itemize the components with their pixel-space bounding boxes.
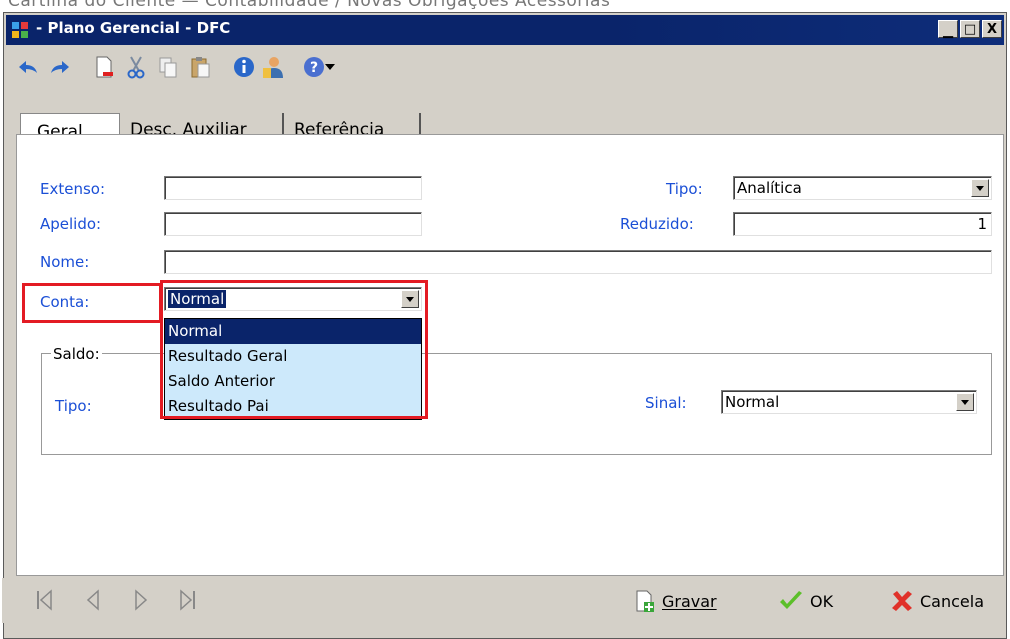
reduzido-input[interactable]: 1 <box>733 212 992 236</box>
chevron-down-icon[interactable] <box>956 393 974 411</box>
ok-button[interactable]: OK <box>778 588 833 614</box>
help-dropdown-button[interactable] <box>322 53 338 81</box>
last-record-icon <box>180 589 195 611</box>
info-button[interactable] <box>230 53 258 81</box>
saldo-tipo-label: Tipo: <box>55 397 92 415</box>
highlight-conta-label <box>22 283 162 323</box>
tipo-value: Analítica <box>737 179 802 197</box>
minimize-button[interactable]: ▁ <box>938 20 958 39</box>
ok-label: OK <box>810 591 834 611</box>
redo-button[interactable] <box>46 53 74 81</box>
close-icon: X <box>986 21 998 37</box>
app-icon <box>12 22 28 38</box>
reduzido-label: Reduzido: <box>620 215 694 233</box>
previous-record-button[interactable] <box>82 588 104 612</box>
cancela-button[interactable]: Cancela <box>890 588 984 614</box>
first-record-button[interactable] <box>34 588 56 612</box>
svg-text:?: ? <box>310 60 318 76</box>
save-icon <box>636 590 654 612</box>
paste-icon <box>191 57 210 78</box>
undo-button[interactable] <box>14 53 42 81</box>
cancela-label: Cancela <box>920 591 985 611</box>
last-record-button[interactable] <box>176 588 198 612</box>
new-document-icon <box>96 56 113 78</box>
next-record-icon <box>135 589 148 611</box>
window-title: - Plano Gerencial - DFC <box>36 19 231 37</box>
dropdown-arrow-icon <box>325 64 335 70</box>
extenso-label: Extenso: <box>40 180 106 198</box>
copy-button[interactable] <box>154 53 182 81</box>
saldo-caption: Saldo: <box>51 345 102 363</box>
tipo-select[interactable]: Analítica <box>733 176 992 200</box>
maximize-button[interactable]: □ <box>960 20 980 38</box>
cut-icon <box>127 56 145 79</box>
sinal-value: Normal <box>725 393 780 411</box>
new-button[interactable] <box>90 53 118 81</box>
sinal-label: Sinal: <box>645 394 687 412</box>
extenso-input[interactable] <box>164 176 422 200</box>
maximize-icon: □ <box>963 21 977 37</box>
title-bar: - Plano Gerencial - DFC ▁ □ X <box>6 15 1004 45</box>
next-record-button[interactable] <box>130 588 152 612</box>
chevron-down-icon[interactable] <box>971 179 989 197</box>
first-record-icon <box>37 589 52 611</box>
toolbar: ? <box>10 49 610 89</box>
undo-icon <box>19 61 37 73</box>
apelido-label: Apelido: <box>40 215 102 233</box>
info-icon <box>234 57 254 77</box>
nome-input[interactable] <box>164 250 992 274</box>
redo-icon <box>51 61 69 73</box>
cancel-x-icon <box>892 591 912 611</box>
nome-label: Nome: <box>40 253 90 271</box>
user-icon <box>263 57 283 78</box>
tipo-label: Tipo: <box>666 180 703 198</box>
gravar-label: Gravar <box>662 591 717 611</box>
gravar-button[interactable]: Gravar <box>634 588 717 614</box>
highlight-conta-dropdown <box>160 280 428 419</box>
apelido-input[interactable] <box>164 212 422 236</box>
document-header: Cartilha do Cliente — Contabilidade / No… <box>8 0 611 11</box>
copy-icon <box>159 57 177 78</box>
user-button[interactable] <box>260 53 288 81</box>
sinal-select[interactable]: Normal <box>721 390 977 414</box>
cut-button[interactable] <box>122 53 150 81</box>
bottom-bar: Gravar OK Cancela <box>2 578 1000 623</box>
previous-record-icon <box>86 589 99 611</box>
close-button[interactable]: X <box>982 20 1002 38</box>
paste-button[interactable] <box>186 53 214 81</box>
minimize-icon: ▁ <box>943 23 953 39</box>
checkmark-icon <box>780 591 802 609</box>
